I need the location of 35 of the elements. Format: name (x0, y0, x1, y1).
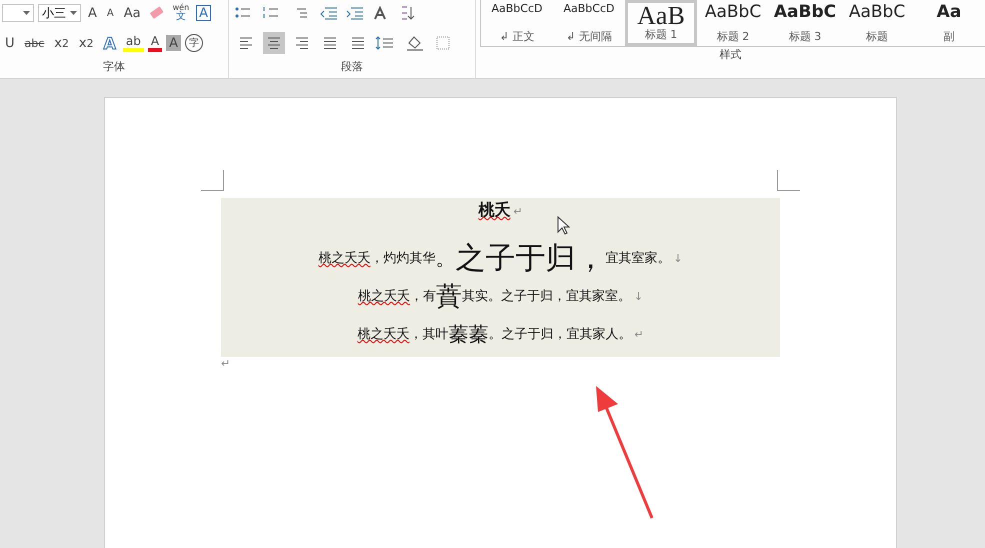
poem-line: 桃之夭夭，其叶蓁蓁。之子于归，宜其家人。 ↵ (357, 320, 644, 348)
group-label: 字体 (102, 59, 126, 75)
style-item[interactable]: AaB 标题 1 (625, 0, 697, 46)
font-button[interactable]: A (100, 33, 119, 53)
mouse-pointer-icon (557, 216, 571, 236)
caret-icon (70, 11, 77, 15)
decrease-indent-icon[interactable] (318, 6, 339, 20)
caret-icon (23, 11, 30, 15)
font-color-button[interactable]: A (148, 34, 162, 52)
font-button[interactable]: 字 (184, 34, 203, 52)
font-button[interactable]: A (166, 35, 181, 51)
style-item[interactable]: AaBbCcD ↲ 正文 (481, 0, 553, 46)
paragraph-mark: ↵ (221, 357, 232, 370)
style-item[interactable]: Aa 副 (913, 0, 985, 46)
group-label: 段落 (340, 59, 364, 75)
margin-corner-mark (777, 170, 800, 191)
font-name-field[interactable] (2, 4, 34, 22)
font-button[interactable]: A (85, 3, 100, 23)
margin-corner-mark (201, 170, 224, 191)
font-button[interactable]: Aa (120, 3, 144, 23)
font-button[interactable]: A (196, 5, 212, 21)
style-item[interactable]: AaBbC 标题 3 (769, 0, 841, 46)
style-item[interactable]: AaBbC 标题 2 (697, 0, 769, 46)
poem-title: 桃夭 ↵ (478, 200, 523, 221)
font-button[interactable]: U (2, 33, 18, 53)
group-label: 样式 (718, 47, 742, 63)
font-size-field[interactable]: 小三 (38, 4, 81, 22)
font-button[interactable]: abc (22, 33, 48, 53)
increase-indent-icon[interactable] (344, 6, 365, 20)
style-item[interactable]: AaBbC 标题 (841, 0, 913, 46)
style-item[interactable]: AaBbCcD ↲ 无间隔 (553, 0, 625, 46)
phonetic-guide-button[interactable]: wén 文 (170, 1, 192, 25)
font-button[interactable]: A (104, 3, 117, 23)
align-center-icon[interactable] (262, 32, 285, 54)
highlight-button[interactable]: ab (122, 34, 144, 52)
